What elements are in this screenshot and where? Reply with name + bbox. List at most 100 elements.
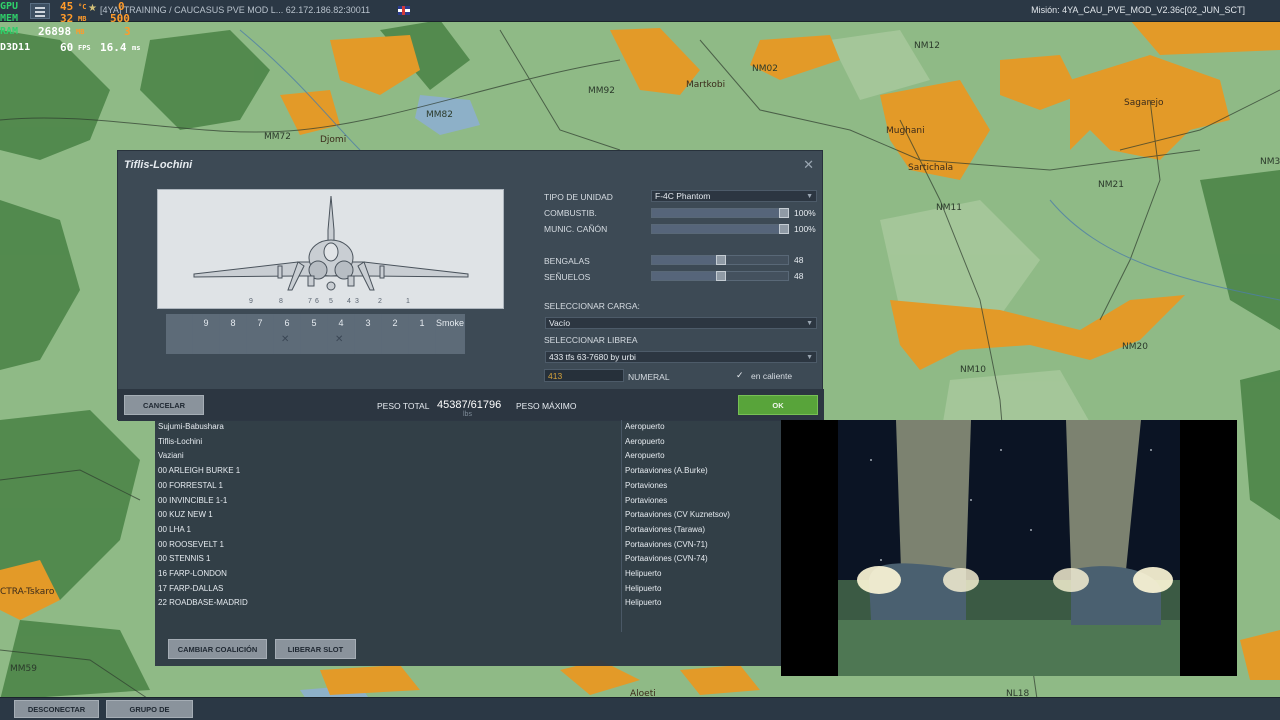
close-icon[interactable]: ✕ (803, 157, 814, 173)
pylon-cell-8[interactable]: 8 (220, 314, 247, 354)
pylon-number: 2 (392, 318, 398, 328)
station-number: 6 (315, 298, 319, 305)
max-weight-label: PESO MÁXIMO (516, 401, 577, 411)
pylon-cell-empty[interactable] (166, 314, 193, 354)
perf-frametime: 16.4 (100, 41, 127, 54)
fuel-slider[interactable] (651, 208, 789, 218)
perf-row-ram: RAM 26898 MB 3 (0, 26, 140, 38)
slot-row[interactable]: 00 FORRESTAL 1 Portaviones (155, 479, 781, 494)
slot-row[interactable]: 00 STENNIS 1 Portaaviones (CVN-74) (155, 552, 781, 567)
top-bar: ★ [4YA] TRAINING / CAUCASUS PVE MOD L...… (0, 0, 1280, 22)
pylon-weapon-icon: ✕ (281, 334, 290, 345)
pylon-cell-5[interactable]: 5 (301, 314, 328, 354)
video-overlay[interactable] (781, 420, 1237, 676)
slot-row[interactable]: 17 FARP-DALLAS Helipuerto (155, 582, 781, 597)
map-city-label: Sagarejo (1124, 98, 1164, 108)
slot-row[interactable]: 16 FARP-LONDON Helipuerto (155, 567, 781, 582)
slot-airfield: Vaziani (158, 451, 184, 461)
pylon-cell-2[interactable]: 2 (382, 314, 409, 354)
fuel-slider-handle[interactable] (779, 208, 789, 218)
loadout-select[interactable]: Vacío ▼ (545, 317, 817, 329)
pylon-number: 7 (257, 318, 263, 328)
chevron-down-icon: ▼ (806, 320, 813, 327)
slot-row[interactable]: 00 LHA 1 Portaaviones (Tarawa) (155, 523, 781, 538)
pylon-number: 4 (338, 318, 344, 328)
slot-airfield: 00 INVINCIBLE 1-1 (158, 495, 228, 505)
map-grid-label: NM02 (752, 64, 778, 74)
ok-button[interactable]: OK (738, 395, 818, 415)
map-grid-label: NM12 (914, 41, 940, 51)
slot-type: Aeropuerto (625, 451, 665, 461)
pylon-cell-7[interactable]: 7 (247, 314, 274, 354)
chevron-down-icon: ▼ (806, 193, 813, 200)
flares-label: BENGALAS (544, 256, 590, 266)
chaff-slider[interactable] (651, 271, 789, 281)
change-coalition-button[interactable]: CAMBIAR COALICIÓN (168, 639, 267, 659)
perf-label: RAM (0, 26, 19, 37)
ammo-slider-fill (652, 225, 788, 233)
release-slot-button[interactable]: LIBERAR SLOT (275, 639, 356, 659)
perf-row-fps: D3D11 60 FPS 16.4 ms (0, 42, 140, 54)
pylon-cell-6[interactable]: 6 ✕ (274, 314, 301, 354)
slot-airfield: 16 FARP-LONDON (158, 569, 227, 578)
disconnect-button[interactable]: DESCONECTAR (14, 700, 99, 718)
performance-overlay: GPU 45 °C 0 MEM 32 MB 500 RAM 26898 MB 3… (0, 0, 140, 58)
pylon-number: Smoke (436, 318, 465, 328)
pylon-cell-9[interactable]: 9 (193, 314, 220, 354)
total-weight-label: PESO TOTAL (377, 401, 430, 411)
slot-row[interactable]: 00 ARLEIGH BURKE 1 Portaaviones (A.Burke) (155, 464, 781, 479)
pylon-cell-3[interactable]: 3 (355, 314, 382, 354)
cancel-button[interactable]: CANCELAR (124, 395, 204, 415)
dialog-title: Tiflis-Lochini (124, 159, 193, 171)
station-number: 1 (406, 298, 410, 305)
slot-type: Aeropuerto (625, 422, 665, 431)
slot-type: Aeropuerto (625, 436, 665, 446)
flares-value: 48 (794, 255, 804, 265)
station-number: 8 (279, 298, 283, 305)
station-number: 9 (249, 298, 253, 305)
flares-slider[interactable] (651, 255, 789, 265)
slot-airfield: 00 STENNIS 1 (158, 554, 211, 564)
ammo-slider[interactable] (651, 224, 789, 234)
chaff-slider-fill (652, 272, 720, 280)
flares-slider-handle[interactable] (716, 255, 726, 265)
perf-unit: FPS (78, 44, 91, 52)
slot-type: Portaaviones (CVN-71) (625, 539, 708, 549)
ammo-slider-handle[interactable] (779, 224, 789, 234)
pylon-cell-smoke[interactable]: Smoke (436, 314, 465, 354)
pylon-cell-4[interactable]: 4 ✕ (328, 314, 355, 354)
livery-value: 433 tfs 63-7680 by urbi (549, 352, 636, 362)
livery-label: SELECCIONAR LIBREA (544, 335, 638, 345)
map-grid-label: NM10 (960, 365, 986, 375)
chaff-slider-handle[interactable] (716, 271, 726, 281)
slot-row[interactable]: Vaziani Aeropuerto (155, 449, 781, 464)
slot-row[interactable]: 22 ROADBASE-MADRID Helipuerto (155, 596, 781, 611)
video-frame-image (781, 420, 1237, 676)
numeral-input[interactable]: 413 (544, 369, 624, 382)
pylon-number: 9 (203, 318, 209, 328)
livery-select[interactable]: 433 tfs 63-7680 by urbi ▼ (545, 351, 817, 363)
map-city-label: CTRA-Tskaro (0, 587, 55, 597)
unit-type-select[interactable]: F-4C Phantom ▼ (651, 190, 817, 202)
uk-flag-icon (398, 6, 410, 15)
slot-row[interactable]: Tiflis-Lochini Aeropuerto (155, 435, 781, 450)
slot-airfield: 00 KUZ NEW 1 (158, 510, 213, 520)
perf-label: D3D11 (0, 42, 31, 53)
perf-value: 26898 (38, 25, 72, 38)
station-number: 7 (308, 298, 312, 305)
slot-airfield: 00 ROOSEVELT 1 (158, 539, 224, 549)
hot-start-checkbox[interactable]: ✓ (736, 370, 746, 380)
fuel-slider-fill (652, 209, 788, 217)
pylon-number: 1 (419, 318, 425, 328)
slot-row[interactable]: 00 ROOSEVELT 1 Portaaviones (CVN-71) (155, 538, 781, 553)
slot-row[interactable]: 00 KUZ NEW 1 Portaaviones (CV Kuznetsov) (155, 508, 781, 523)
player-group-button[interactable]: GRUPO DE JUGADORES (106, 700, 193, 718)
slot-type: Helipuerto (625, 583, 662, 593)
slot-row[interactable]: 00 INVINCIBLE 1-1 Portaviones (155, 494, 781, 509)
map-city-label: Martkobi (686, 80, 726, 90)
slot-row[interactable]: Sujumi-Babushara Aeropuerto (155, 420, 781, 435)
fuel-percent: 100% (794, 208, 816, 218)
slot-type: Helipuerto (625, 569, 662, 578)
station-number: 2 (378, 298, 382, 305)
pylon-cell-1[interactable]: 1 (409, 314, 436, 354)
